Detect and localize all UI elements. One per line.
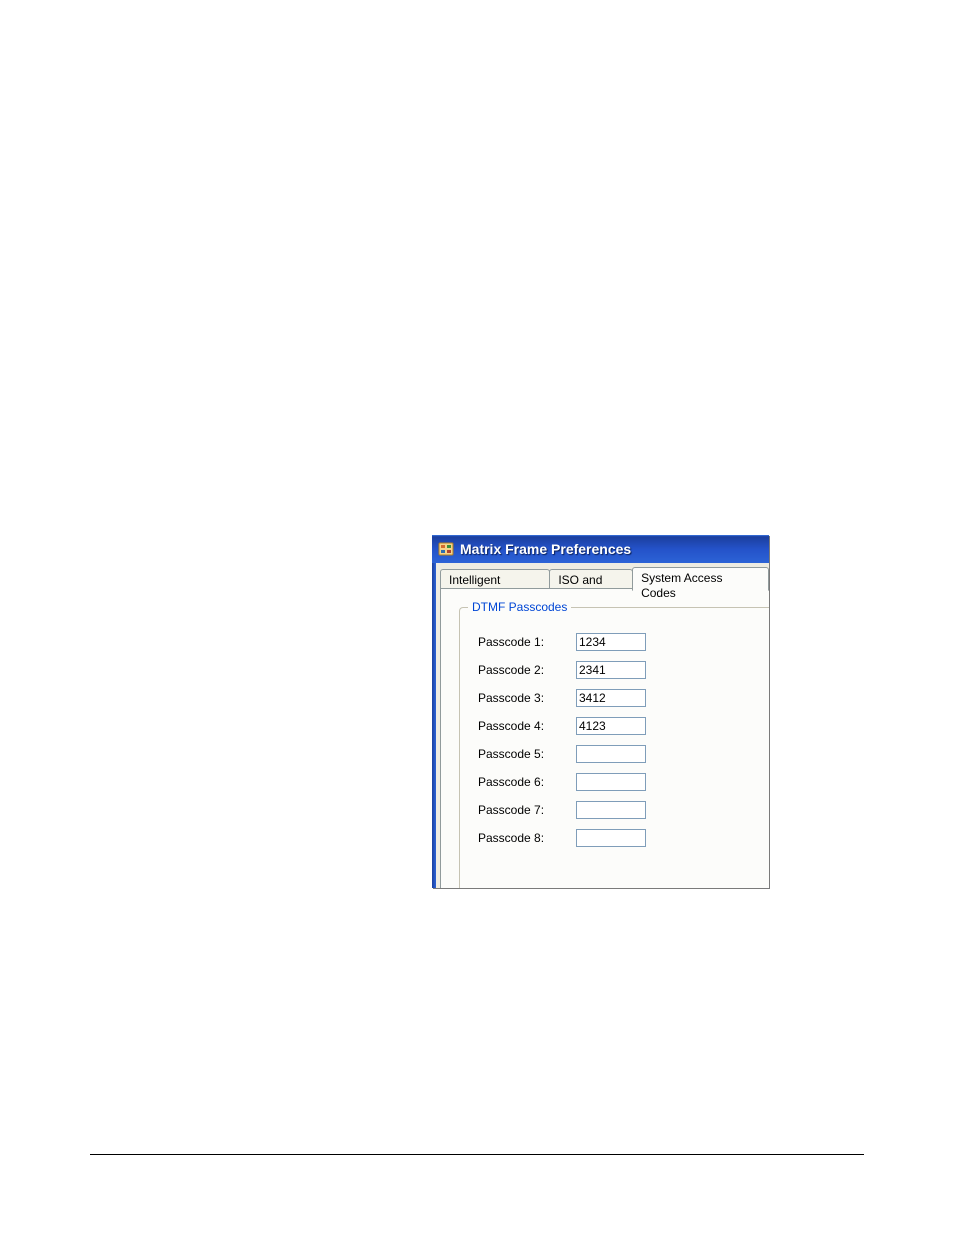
passcode-row: Passcode 5: xyxy=(478,740,646,768)
passcode-rows: Passcode 1: Passcode 2: Passcode 3: Pass… xyxy=(478,628,646,852)
passcode-row: Passcode 8: xyxy=(478,824,646,852)
passcode-label: Passcode 8: xyxy=(478,831,576,845)
passcode-input-4[interactable] xyxy=(576,717,646,735)
passcode-input-7[interactable] xyxy=(576,801,646,819)
passcode-label: Passcode 1: xyxy=(478,635,576,649)
tab-system-access-codes[interactable]: System Access Codes xyxy=(632,567,769,591)
tab-strip: Intelligent Linking ISO and IFB System A… xyxy=(440,567,769,589)
passcode-input-6[interactable] xyxy=(576,773,646,791)
passcode-row: Passcode 6: xyxy=(478,768,646,796)
passcode-row: Passcode 4: xyxy=(478,712,646,740)
app-icon xyxy=(438,541,454,557)
passcode-label: Passcode 5: xyxy=(478,747,576,761)
group-title: DTMF Passcodes xyxy=(468,600,571,614)
matrix-frame-preferences-dialog: Matrix Frame Preferences Intelligent Lin… xyxy=(432,535,769,888)
passcode-row: Passcode 3: xyxy=(478,684,646,712)
passcode-label: Passcode 3: xyxy=(478,691,576,705)
passcode-label: Passcode 4: xyxy=(478,719,576,733)
passcode-input-1[interactable] xyxy=(576,633,646,651)
tab-intelligent-linking[interactable]: Intelligent Linking xyxy=(440,569,550,590)
tab-panel-system-access-codes: DTMF Passcodes Passcode 1: Passcode 2: P… xyxy=(440,588,769,888)
window-title: Matrix Frame Preferences xyxy=(460,541,631,557)
passcode-label: Passcode 6: xyxy=(478,775,576,789)
passcode-row: Passcode 7: xyxy=(478,796,646,824)
dtmf-passcodes-group: DTMF Passcodes Passcode 1: Passcode 2: P… xyxy=(459,607,769,888)
dialog-client-area: Intelligent Linking ISO and IFB System A… xyxy=(436,563,769,888)
footer-rule xyxy=(90,1154,864,1155)
title-bar[interactable]: Matrix Frame Preferences xyxy=(432,535,769,563)
passcode-label: Passcode 2: xyxy=(478,663,576,677)
passcode-input-3[interactable] xyxy=(576,689,646,707)
tab-iso-and-ifb[interactable]: ISO and IFB xyxy=(549,569,633,590)
passcode-label: Passcode 7: xyxy=(478,803,576,817)
passcode-input-2[interactable] xyxy=(576,661,646,679)
passcode-input-5[interactable] xyxy=(576,745,646,763)
passcode-row: Passcode 2: xyxy=(478,656,646,684)
passcode-input-8[interactable] xyxy=(576,829,646,847)
passcode-row: Passcode 1: xyxy=(478,628,646,656)
